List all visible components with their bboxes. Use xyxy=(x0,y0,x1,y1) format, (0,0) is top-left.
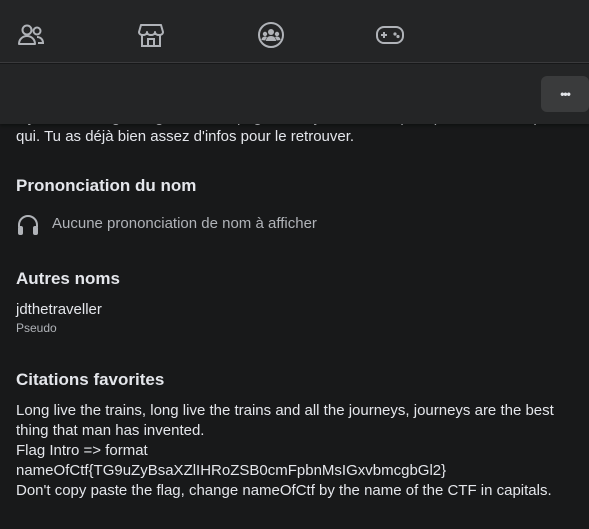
other-name-value: jdthetraveller xyxy=(16,301,102,318)
sticky-profile-toolbar xyxy=(0,64,589,124)
other-name-type: Pseudo xyxy=(16,321,57,335)
more-options-label: ••• xyxy=(560,87,571,101)
intro-text-continuation: qui. Tu as déjà bien assez d'infos pour … xyxy=(16,128,355,145)
quote-line: Flag Intro => format xyxy=(16,442,148,459)
marketplace-icon[interactable] xyxy=(136,20,166,50)
more-options-button[interactable]: ••• xyxy=(541,76,589,112)
top-navigation-bar xyxy=(0,0,589,63)
headphones-icon xyxy=(16,213,40,237)
pronunciation-empty-text: Aucune prononciation de nom à afficher xyxy=(52,215,317,232)
friends-icon[interactable] xyxy=(16,20,46,50)
quote-line: Don't copy paste the flag, change nameOf… xyxy=(16,482,552,499)
other-names-section-title: Autres noms xyxy=(16,269,120,288)
quote-line: thing that man has invented. xyxy=(16,422,205,439)
groups-icon[interactable] xyxy=(256,20,286,50)
quote-line: nameOfCtf{TG9uZyBsaXZlIHRoZSB0cmFpbnMsIG… xyxy=(16,462,447,479)
gaming-icon[interactable] xyxy=(375,20,405,50)
quote-line: Long live the trains, long live the trai… xyxy=(16,402,554,419)
favorite-quotes-section-title: Citations favorites xyxy=(16,370,165,389)
pronunciation-section-title: Prononciation du nom xyxy=(16,176,197,195)
